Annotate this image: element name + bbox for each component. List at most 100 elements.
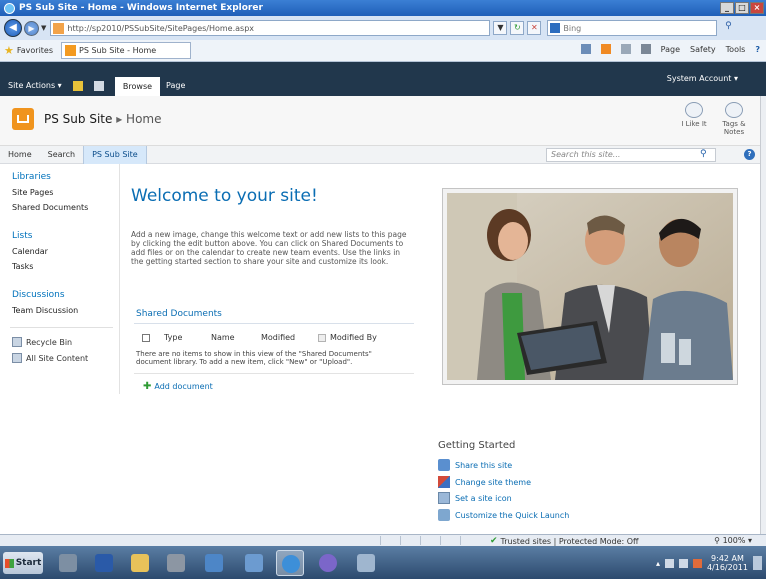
ql-tasks[interactable]: Tasks bbox=[12, 262, 119, 271]
tab-page[interactable]: Page bbox=[166, 81, 185, 90]
tools-menu[interactable]: Tools bbox=[726, 45, 746, 54]
taskbar-app-9[interactable] bbox=[352, 550, 380, 576]
search-placeholder: Bing bbox=[563, 23, 582, 33]
taskbar-server-manager[interactable] bbox=[54, 550, 82, 576]
volume-tray-icon[interactable] bbox=[692, 558, 702, 568]
browser-tab[interactable]: PS Sub Site - Home bbox=[61, 42, 192, 59]
site-actions-menu[interactable]: Site Actions ▾ bbox=[8, 81, 62, 90]
start-button[interactable]: Start bbox=[3, 552, 43, 574]
stop-button[interactable]: ✕ bbox=[527, 21, 542, 35]
ql-team-discussion[interactable]: Team Discussion bbox=[12, 306, 119, 315]
ql-discussions-heading[interactable]: Discussions bbox=[12, 290, 119, 300]
taskbar-app-5[interactable] bbox=[200, 550, 228, 576]
print-icon[interactable] bbox=[640, 44, 651, 54]
show-desktop-button[interactable] bbox=[753, 556, 762, 570]
mail-icon[interactable] bbox=[620, 44, 631, 54]
ql-recycle-bin[interactable]: Recycle Bin bbox=[12, 337, 119, 347]
ie-logo-icon bbox=[4, 2, 15, 14]
site-search-input[interactable]: Search this site... bbox=[546, 148, 716, 162]
change-theme-link[interactable]: Change site theme bbox=[438, 476, 531, 488]
safety-menu[interactable]: Safety bbox=[690, 45, 716, 54]
start-label: Start bbox=[15, 558, 42, 568]
recycle-bin-label: Recycle Bin bbox=[26, 337, 73, 347]
set-icon-link[interactable]: Set a site icon bbox=[438, 492, 512, 504]
tag-icon bbox=[725, 102, 743, 118]
ql-shared-documents[interactable]: Shared Documents bbox=[12, 203, 119, 212]
window-title: PS Sub Site - Home - Windows Internet Ex… bbox=[19, 3, 263, 13]
infinity-icon bbox=[319, 554, 337, 572]
page-title: Home bbox=[126, 112, 162, 126]
help-icon[interactable]: ? bbox=[755, 45, 760, 54]
address-bar[interactable]: http://sp2010/PSSubSite/SitePages/Home.a… bbox=[50, 20, 491, 36]
search-input[interactable]: Bing bbox=[547, 20, 718, 36]
help-button[interactable]: ? bbox=[744, 149, 755, 160]
nav-ps-sub-site[interactable]: PS Sub Site bbox=[83, 145, 147, 164]
status-bar: ✔ Trusted sites | Protected Mode: Off ⚲ … bbox=[0, 534, 766, 546]
edit-page-icon[interactable] bbox=[94, 81, 104, 91]
flag-tray-icon[interactable] bbox=[664, 558, 674, 568]
taskbar-powershell[interactable] bbox=[90, 550, 118, 576]
taskbar-app-8[interactable] bbox=[314, 550, 342, 576]
status-segment bbox=[460, 536, 480, 545]
image-icon bbox=[438, 492, 450, 504]
forward-button[interactable]: ▶ bbox=[24, 20, 39, 36]
select-all-checkbox[interactable] bbox=[142, 334, 150, 342]
home-icon[interactable] bbox=[580, 44, 591, 54]
windows-flag-icon bbox=[4, 558, 14, 568]
site-title-link[interactable]: PS Sub Site bbox=[44, 112, 112, 126]
tab-browse[interactable]: Browse bbox=[115, 77, 160, 96]
refresh-button[interactable]: ↻ bbox=[510, 21, 525, 35]
ql-lists-heading[interactable]: Lists bbox=[12, 231, 119, 241]
security-zone[interactable]: ✔ Trusted sites | Protected Mode: Off bbox=[490, 536, 639, 546]
ql-site-pages[interactable]: Site Pages bbox=[12, 188, 119, 197]
plus-icon: ✚ bbox=[143, 381, 152, 392]
page-menu[interactable]: Page bbox=[661, 45, 680, 54]
ql-calendar[interactable]: Calendar bbox=[12, 247, 119, 256]
tray-expand-icon[interactable]: ▴ bbox=[656, 559, 660, 568]
share-icon bbox=[438, 459, 450, 471]
col-type[interactable]: Type bbox=[164, 333, 182, 342]
top-navigation: Home Search PS Sub Site Search this site… bbox=[0, 145, 760, 164]
ql-all-site-content[interactable]: All Site Content bbox=[12, 353, 119, 363]
nav-search[interactable]: Search bbox=[40, 146, 83, 164]
add-document-link[interactable]: ✚ Add document bbox=[143, 381, 213, 392]
col-name[interactable]: Name bbox=[211, 333, 235, 342]
customize-quick-launch-link[interactable]: Customize the Quick Launch bbox=[438, 509, 569, 521]
col-modified-by[interactable]: Modified By bbox=[330, 333, 377, 342]
nav-home[interactable]: Home bbox=[0, 146, 40, 164]
doclib-header-row: Type Name Modified Modified By bbox=[142, 333, 412, 345]
i-like-it-button[interactable]: I Like It bbox=[676, 102, 712, 128]
thumbs-up-icon bbox=[685, 102, 703, 118]
doclib-title[interactable]: Shared Documents bbox=[136, 309, 222, 319]
feeds-icon[interactable] bbox=[600, 44, 611, 54]
taskbar-internet-explorer[interactable] bbox=[276, 550, 304, 576]
favorites-button[interactable]: ★ Favorites bbox=[4, 44, 53, 57]
history-dropdown[interactable]: ▼ bbox=[41, 24, 46, 32]
maximize-button[interactable]: □ bbox=[735, 2, 749, 14]
col-modified[interactable]: Modified bbox=[261, 333, 295, 342]
minimize-button[interactable]: _ bbox=[720, 2, 734, 14]
zoom-control[interactable]: ⚲ 100% ▾ bbox=[714, 536, 752, 545]
taskbar-app-6[interactable] bbox=[240, 550, 268, 576]
taskbar-tools[interactable] bbox=[162, 550, 190, 576]
network-tray-icon[interactable] bbox=[678, 558, 688, 568]
ql-libraries-heading[interactable]: Libraries bbox=[12, 172, 119, 182]
clock[interactable]: 9:42 AM 4/16/2011 bbox=[707, 554, 748, 572]
search-button[interactable]: ⚲ bbox=[721, 21, 735, 35]
status-segment bbox=[440, 536, 460, 545]
vertical-scrollbar[interactable] bbox=[760, 96, 766, 534]
site-logo-icon[interactable] bbox=[12, 108, 34, 130]
status-segment bbox=[380, 536, 400, 545]
address-row: ◀ ▶ ▼ http://sp2010/PSSubSite/SitePages/… bbox=[0, 16, 766, 40]
address-dropdown[interactable]: ▼ bbox=[493, 21, 508, 35]
back-button[interactable]: ◀ bbox=[4, 19, 22, 37]
search-icon[interactable]: ⚲ bbox=[700, 149, 707, 159]
tags-notes-button[interactable]: Tags & Notes bbox=[716, 102, 752, 136]
navigate-up-icon[interactable] bbox=[73, 81, 83, 91]
ie-icon bbox=[282, 555, 300, 573]
taskbar-explorer[interactable] bbox=[126, 550, 154, 576]
close-button[interactable]: × bbox=[750, 2, 764, 14]
share-site-link[interactable]: Share this site bbox=[438, 459, 512, 471]
site-content-icon bbox=[12, 353, 22, 363]
account-menu[interactable]: System Account ▾ bbox=[667, 74, 738, 83]
